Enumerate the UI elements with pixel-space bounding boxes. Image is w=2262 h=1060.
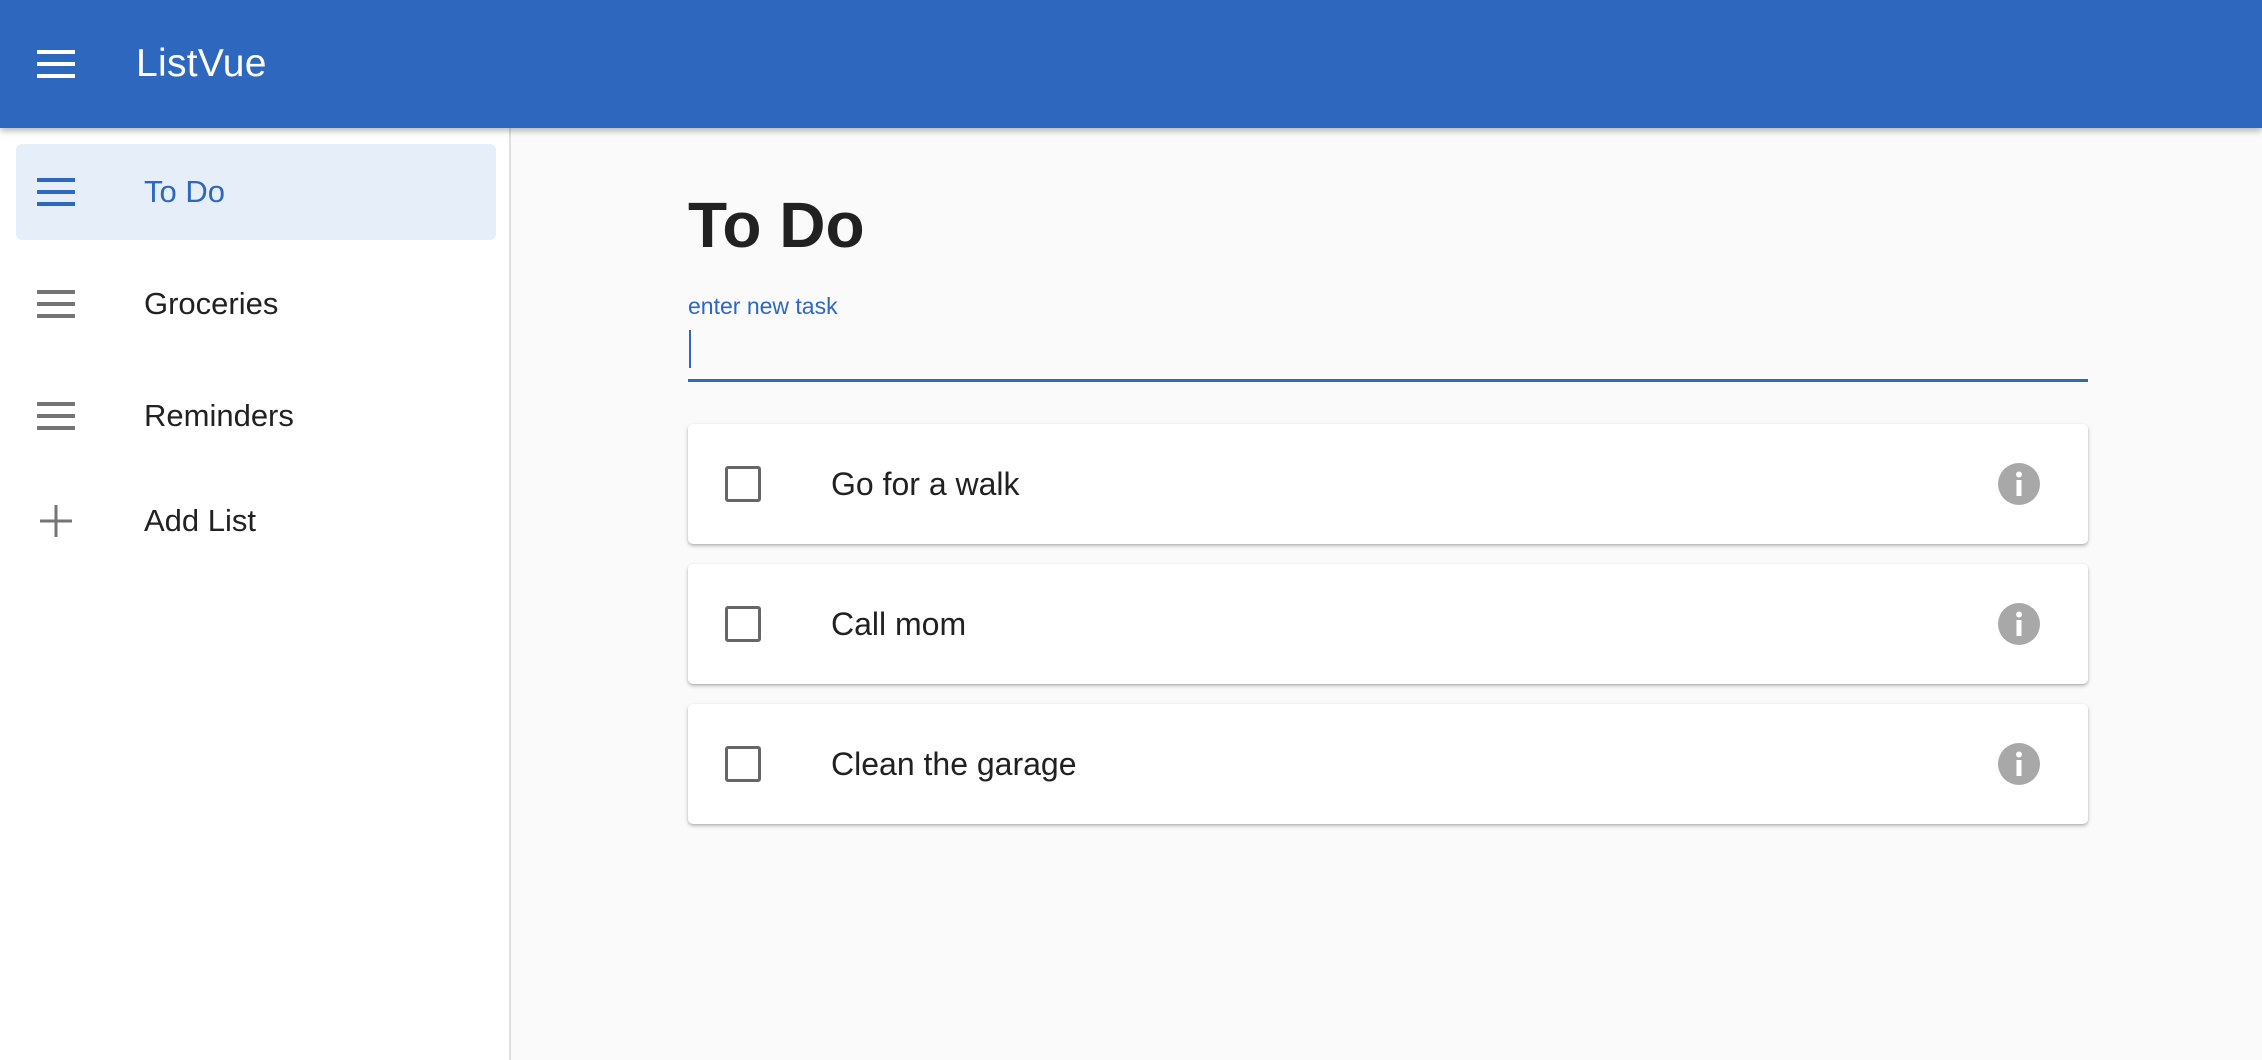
main-content: To Do enter new task Go for a walk Call … bbox=[511, 128, 2262, 1060]
app-title: ListVue bbox=[136, 42, 267, 85]
sidebar-item-label: Groceries bbox=[144, 286, 279, 321]
sidebar-item-to-do[interactable]: To Do bbox=[16, 144, 496, 240]
sidebar-item-label: To Do bbox=[144, 174, 225, 209]
task-label: Clean the garage bbox=[831, 745, 1077, 782]
text-caret bbox=[689, 330, 691, 368]
task-card: Clean the garage bbox=[688, 704, 2088, 824]
task-checkbox[interactable] bbox=[725, 466, 761, 502]
list-icon bbox=[16, 178, 96, 206]
task-label: Go for a walk bbox=[831, 465, 1020, 502]
plus-icon bbox=[16, 505, 96, 537]
info-icon bbox=[2016, 471, 2022, 496]
new-task-input[interactable] bbox=[688, 326, 2088, 382]
task-checkbox[interactable] bbox=[725, 606, 761, 642]
hamburger-menu-icon bbox=[37, 50, 75, 78]
sidebar: To Do Groceries Reminders Add List bbox=[0, 128, 511, 1060]
info-icon bbox=[2016, 611, 2022, 636]
task-info-button[interactable] bbox=[1998, 743, 2040, 785]
task-input-label: enter new task bbox=[688, 293, 838, 319]
menu-button[interactable] bbox=[0, 0, 112, 128]
app-bar: ListVue bbox=[0, 0, 2262, 128]
sidebar-item-label: Reminders bbox=[144, 398, 294, 433]
page-title: To Do bbox=[688, 189, 865, 261]
task-info-button[interactable] bbox=[1998, 463, 2040, 505]
sidebar-item-add-list[interactable]: Add List bbox=[16, 473, 496, 569]
task-card: Go for a walk bbox=[688, 424, 2088, 544]
task-card: Call mom bbox=[688, 564, 2088, 684]
sidebar-item-reminders[interactable]: Reminders bbox=[16, 368, 496, 464]
list-icon bbox=[16, 402, 96, 430]
info-icon bbox=[2016, 751, 2022, 776]
task-checkbox[interactable] bbox=[725, 746, 761, 782]
task-label: Call mom bbox=[831, 605, 967, 642]
sidebar-item-groceries[interactable]: Groceries bbox=[16, 256, 496, 352]
list-icon bbox=[16, 290, 96, 318]
sidebar-item-label: Add List bbox=[144, 503, 257, 538]
task-info-button[interactable] bbox=[1998, 603, 2040, 645]
